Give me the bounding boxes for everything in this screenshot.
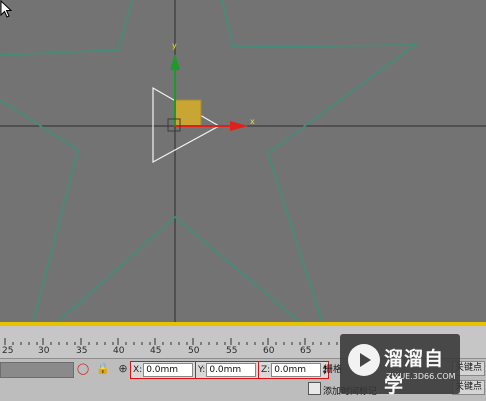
perspective-viewport[interactable]: y x <box>0 0 486 322</box>
coord-z-field[interactable]: 0.0mm <box>271 363 322 377</box>
watermark-title: 溜溜自学 <box>384 348 445 397</box>
coord-z-group: Z: 0.0mm ▲ ▼ <box>258 361 330 379</box>
watermark: 溜溜自学 ZIXUE.3D66.COM <box>340 334 460 397</box>
transform-mode-icon[interactable]: ⊕ <box>116 362 130 376</box>
viewport-canvas[interactable]: y x <box>0 0 486 322</box>
bulb-icon[interactable]: ◯ <box>76 362 90 376</box>
watermark-url: ZIXUE.3D66.COM <box>386 372 456 381</box>
ruler-tick-label: 25 <box>2 346 14 356</box>
move-gizmo[interactable]: y x <box>152 41 255 164</box>
coord-x-label: X: <box>133 365 143 375</box>
ruler-tick-label: 55 <box>226 346 238 356</box>
ruler-tick-label: 40 <box>113 346 125 356</box>
coord-y-label: Y: <box>198 365 206 375</box>
ruler-tick-label: 30 <box>38 346 50 356</box>
mouse-cursor-icon <box>0 0 12 18</box>
selection-info-field[interactable] <box>0 362 74 378</box>
gizmo-y-arrow-icon[interactable] <box>170 54 180 70</box>
ruler-tick-label: 45 <box>150 346 162 356</box>
select-box-icon[interactable] <box>308 382 321 395</box>
coord-x-field[interactable]: 0.0mm <box>143 363 194 377</box>
gizmo-x-arrow-icon[interactable] <box>230 121 248 131</box>
gizmo-y-label: y <box>172 41 177 50</box>
coord-z-label: Z: <box>261 365 271 375</box>
lock-icon[interactable]: 🔒 <box>96 362 110 376</box>
coord-y-field[interactable]: 0.0mm <box>206 363 257 377</box>
ruler-tick-label: 50 <box>188 346 200 356</box>
gizmo-xy-plane[interactable] <box>174 99 202 127</box>
coord-y-group: Y: 0.0mm ▲▼ <box>195 361 265 379</box>
gizmo-x-label: x <box>250 117 255 126</box>
star-spline[interactable] <box>0 0 418 322</box>
ruler-tick-label: 60 <box>263 346 275 356</box>
coord-x-group: X: 0.0mm ▲▼ <box>130 361 202 379</box>
ruler-tick-label: 65 <box>300 346 312 356</box>
ruler-tick-label: 35 <box>76 346 88 356</box>
play-logo-icon <box>348 344 380 376</box>
